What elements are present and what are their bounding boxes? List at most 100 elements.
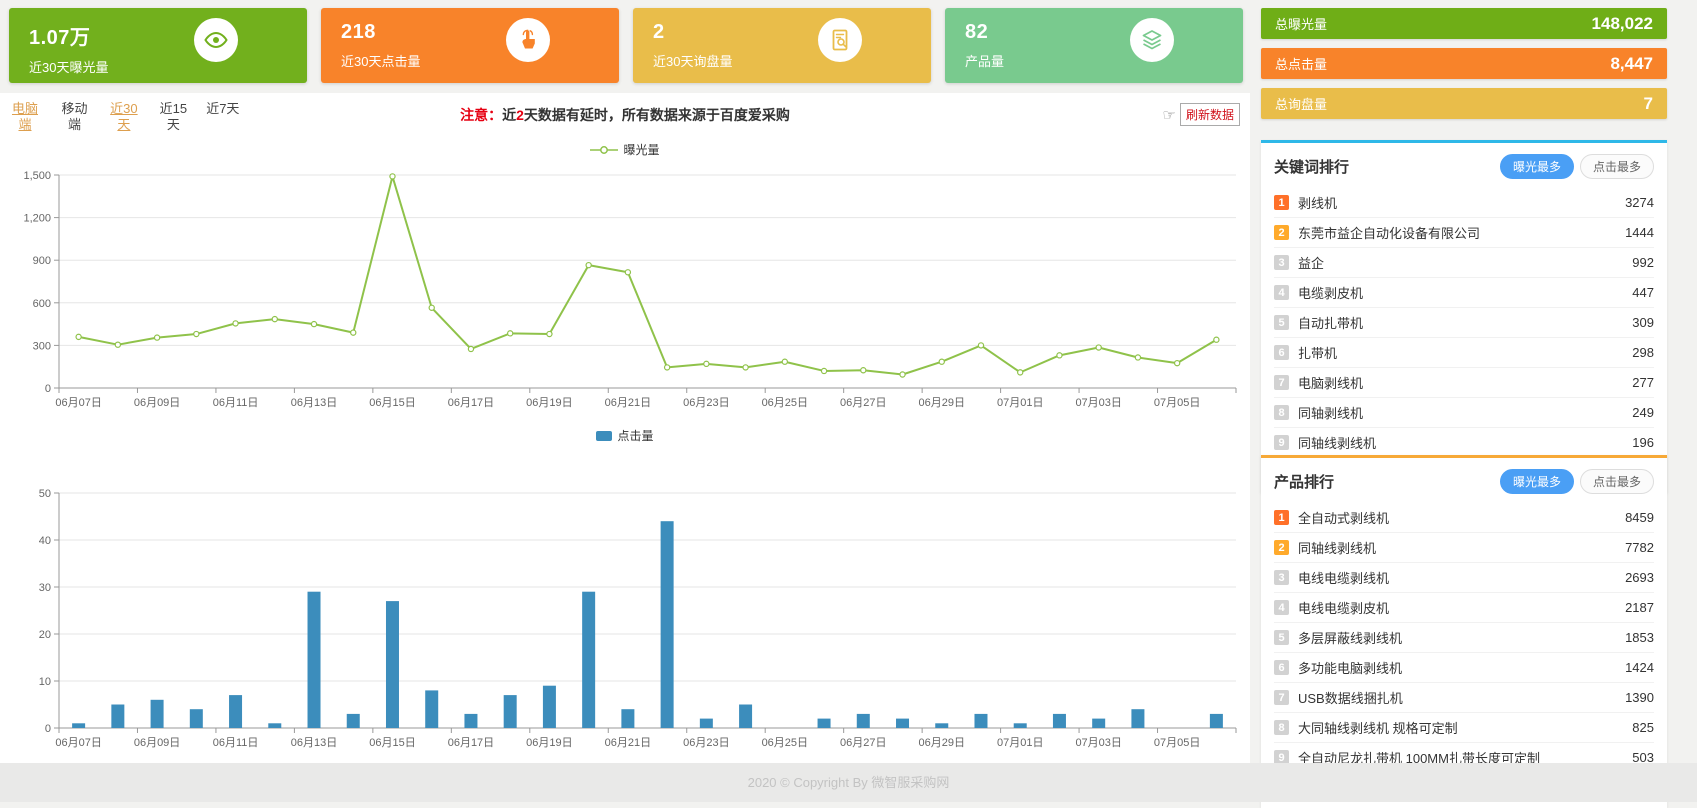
svg-text:06月15日: 06月15日 [369, 737, 415, 749]
ranking-item[interactable]: 9同轴线剥线机196 [1274, 428, 1654, 458]
card-exposure-30d: 1.07万 近30天曝光量 [9, 8, 307, 83]
pill-most-clicks[interactable]: 点击最多 [1580, 154, 1654, 179]
card-label: 近30天点击量 [341, 51, 599, 70]
svg-text:06月17日: 06月17日 [448, 397, 494, 409]
svg-text:06月19日: 06月19日 [526, 397, 572, 409]
svg-text:06月13日: 06月13日 [291, 397, 337, 409]
exposure-line-chart: 03006009001,2001,50006月07日06月09日06月11日06… [4, 155, 1244, 427]
rank-badge: 2 [1274, 540, 1289, 555]
rank-value: 277 [1632, 375, 1654, 390]
product-label: 电线电缆剥皮机 [1298, 598, 1617, 617]
keyword-label: 电脑剥线机 [1298, 373, 1624, 392]
ranking-item[interactable]: 7USB数据线捆扎机1390 [1274, 683, 1654, 713]
card-products: 82 产品量 [945, 8, 1243, 83]
ranking-item[interactable]: 5自动扎带机309 [1274, 308, 1654, 338]
ranking-item[interactable]: 7 电脑剥线机 277 [1274, 368, 1654, 398]
card-clicks-30d: 218 近30天点击量 [321, 8, 619, 83]
rank-value: 309 [1632, 315, 1654, 330]
product-label: 多功能电脑剥线机 [1298, 658, 1617, 677]
keyword-label: 同轴剥线机 [1298, 403, 1624, 422]
ranking-item[interactable]: 3电线电缆剥线机2693 [1274, 563, 1654, 593]
keyword-ranking-list: 1剥线机32742东莞市益企自动化设备有限公司14443益企9924电缆剥皮机4… [1274, 188, 1654, 487]
ranking-item[interactable]: 8大同轴线剥线机 规格可定制825 [1274, 713, 1654, 743]
svg-text:1,500: 1,500 [23, 170, 51, 182]
svg-text:06月15日: 06月15日 [369, 397, 415, 409]
rank-badge: 3 [1274, 570, 1289, 585]
total-label: 总点击量 [1275, 54, 1327, 73]
card-label: 近30天曝光量 [29, 57, 287, 76]
refresh-area: ☞ 刷新数据 [1163, 103, 1240, 126]
rank-value: 1424 [1625, 660, 1654, 675]
product-ranking-list: 1全自动式剥线机84592同轴线剥线机77823电线电缆剥线机26934电线电缆… [1274, 503, 1654, 802]
svg-text:0: 0 [45, 383, 51, 395]
rank-value: 992 [1632, 255, 1654, 270]
rank-value: 196 [1632, 435, 1654, 450]
ranking-item[interactable]: 6多功能电脑剥线机1424 [1274, 653, 1654, 683]
ranking-item[interactable]: 1全自动式剥线机8459 [1274, 503, 1654, 533]
card-value: 218 [341, 21, 599, 44]
svg-text:07月03日: 07月03日 [1075, 737, 1121, 749]
ranking-item[interactable]: 4电缆剥皮机447 [1274, 278, 1654, 308]
exposure-legend: 曝光量 [0, 141, 1250, 158]
ranking-item[interactable]: 8同轴剥线机249 [1274, 398, 1654, 428]
legend-label: 点击量 [617, 427, 653, 444]
pointing-hand-icon: ☞ [1163, 106, 1176, 124]
rank-badge: 7 [1274, 375, 1289, 390]
pill-most-clicks[interactable]: 点击最多 [1580, 469, 1654, 494]
svg-text:07月01日: 07月01日 [997, 397, 1043, 409]
svg-text:06月07日: 06月07日 [55, 737, 101, 749]
rank-badge: 5 [1274, 630, 1289, 645]
svg-text:06月21日: 06月21日 [605, 397, 651, 409]
rank-badge: 1 [1274, 195, 1289, 210]
ranking-item[interactable]: 2东莞市益企自动化设备有限公司1444 [1274, 218, 1654, 248]
ranking-item[interactable]: 3益企992 [1274, 248, 1654, 278]
totals-column: 总曝光量 148,022 总点击量 8,447 总询盘量 7 [1261, 8, 1667, 128]
ranking-item[interactable]: 6扎带机298 [1274, 338, 1654, 368]
svg-text:50: 50 [39, 488, 51, 500]
click-hand-icon [506, 18, 550, 62]
pill-most-exposure[interactable]: 曝光最多 [1500, 469, 1574, 494]
refresh-data-button[interactable]: 刷新数据 [1180, 103, 1240, 126]
total-exposure-bar: 总曝光量 148,022 [1261, 8, 1667, 39]
ranking-item[interactable]: 4电线电缆剥皮机2187 [1274, 593, 1654, 623]
rank-badge: 3 [1274, 255, 1289, 270]
svg-text:06月21日: 06月21日 [605, 737, 651, 749]
ranking-item[interactable]: 5多层屏蔽线剥线机1853 [1274, 623, 1654, 653]
ranking-item[interactable]: 2同轴线剥线机7782 [1274, 533, 1654, 563]
keyword-label: 自动扎带机 [1298, 313, 1624, 332]
rank-value: 249 [1632, 405, 1654, 420]
bar-series-marker-icon [596, 431, 612, 441]
svg-text:06月25日: 06月25日 [762, 737, 808, 749]
card-value: 82 [965, 21, 1223, 44]
rank-value: 8459 [1625, 510, 1654, 525]
svg-text:06月29日: 06月29日 [919, 737, 965, 749]
svg-text:07月03日: 07月03日 [1075, 397, 1121, 409]
rank-badge: 6 [1274, 345, 1289, 360]
legend-item-clicks[interactable]: 点击量 [596, 427, 653, 444]
ranking-item[interactable]: 1剥线机3274 [1274, 188, 1654, 218]
keyword-ranking-header: 关键词排行 曝光最多 点击最多 [1274, 143, 1654, 188]
rank-value: 447 [1632, 285, 1654, 300]
svg-text:06月17日: 06月17日 [448, 737, 494, 749]
keyword-label: 同轴线剥线机 [1298, 433, 1624, 452]
svg-text:06月27日: 06月27日 [840, 397, 886, 409]
product-label: 大同轴线剥线机 规格可定制 [1298, 718, 1624, 737]
panel-title: 关键词排行 [1274, 156, 1349, 177]
notice-prefix: 注意： [460, 107, 502, 123]
total-inquiries-bar: 总询盘量 7 [1261, 88, 1667, 119]
rank-value: 1390 [1625, 690, 1654, 705]
delay-notice: 注意：近2天数据有延时，所有数据来源于百度爱采购 [0, 105, 1250, 125]
svg-text:600: 600 [33, 298, 51, 310]
clicks-legend: 点击量 [0, 427, 1250, 444]
rank-badge: 4 [1274, 285, 1289, 300]
product-label: 多层屏蔽线剥线机 [1298, 628, 1617, 647]
svg-text:07月01日: 07月01日 [997, 737, 1043, 749]
product-label: USB数据线捆扎机 [1298, 688, 1617, 707]
svg-text:06月25日: 06月25日 [762, 397, 808, 409]
card-label: 产品量 [965, 51, 1223, 70]
dashboard-page: 1.07万 近30天曝光量 218 近30天点击量 2 近30天询盘量 82 产… [0, 0, 1697, 802]
svg-text:0: 0 [45, 723, 51, 735]
pill-most-exposure[interactable]: 曝光最多 [1500, 154, 1574, 179]
legend-item-exposure[interactable]: 曝光量 [590, 141, 659, 158]
total-value: 148,022 [1592, 14, 1653, 34]
